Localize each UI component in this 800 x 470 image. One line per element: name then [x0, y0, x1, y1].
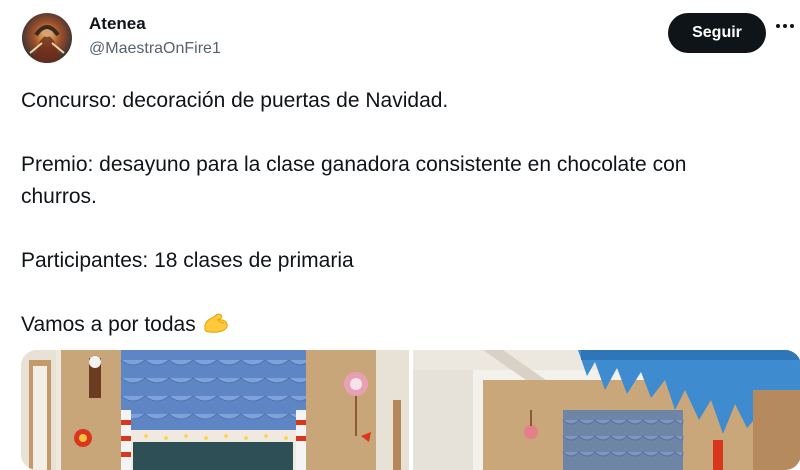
author-handle[interactable]: @MaestraOnFire1 [89, 40, 221, 58]
tweet-line-prize-cont: churros. [21, 185, 97, 208]
follow-button[interactable]: Seguir [668, 13, 766, 53]
tweet-line-prize: Premio: desayuno para la clase ganadora … [21, 153, 687, 176]
more-dot [776, 24, 780, 28]
christmas-door-decoration-photo[interactable] [21, 350, 409, 470]
tweet-text: Concurso: decoración de puertas de Navid… [21, 85, 761, 344]
flexed-biceps-icon [202, 310, 230, 344]
icicle-door-decoration-photo[interactable] [413, 350, 800, 470]
author-name[interactable]: Atenea [89, 14, 146, 34]
tweet-line-contest: Concurso: decoración de puertas de Navid… [21, 89, 449, 112]
tweet-line-cheer: Vamos a por todas [21, 309, 761, 344]
avatar-photo [22, 13, 72, 63]
more-dot [783, 24, 787, 28]
tweet-line-participants: Participantes: 18 clases de primaria [21, 249, 354, 272]
tweet-line-cheer-text: Vamos a por todas [21, 313, 196, 336]
tweet-media[interactable] [21, 350, 800, 470]
more-dot [790, 24, 794, 28]
more-icon[interactable] [776, 24, 794, 28]
avatar[interactable] [22, 13, 72, 63]
